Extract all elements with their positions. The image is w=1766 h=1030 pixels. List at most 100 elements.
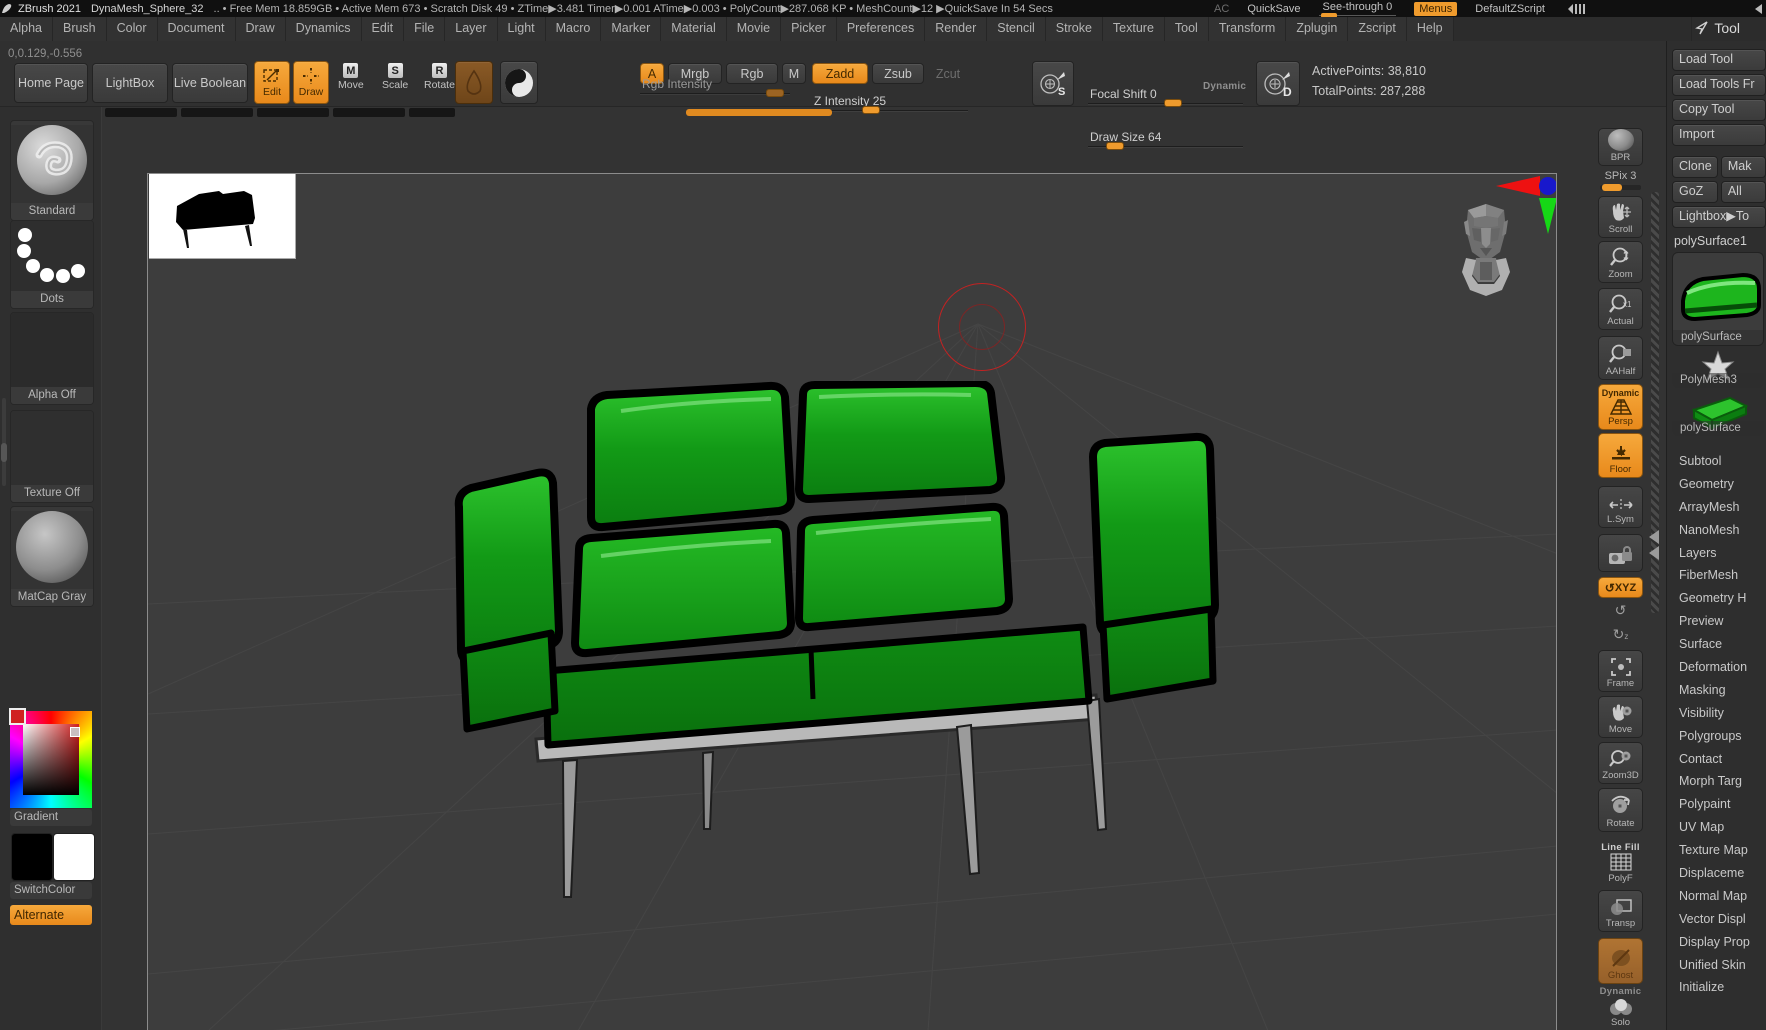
tool-section-row[interactable]: UV Map (1666, 816, 1766, 839)
sofa-model[interactable] (451, 381, 1226, 906)
aahalf-button[interactable]: AAHalf (1598, 336, 1643, 380)
rotate-view-button[interactable]: Rotate (1598, 788, 1643, 832)
menu-item[interactable]: Macro (546, 17, 601, 41)
live-boolean-button[interactable]: Live Boolean (172, 63, 248, 103)
clone-button[interactable]: Clone (1672, 156, 1718, 178)
zoom-button[interactable]: Zoom (1598, 241, 1643, 283)
tool-section-row[interactable]: Geometry (1666, 473, 1766, 496)
lsym-button[interactable]: L.Sym (1598, 486, 1643, 528)
tool-panel-button[interactable]: Load Tools Fr (1672, 74, 1766, 96)
spix-slider-nub[interactable] (1602, 184, 1622, 191)
menu-item[interactable]: Transform (1209, 17, 1286, 41)
horizontal-scrollbar[interactable] (686, 109, 832, 116)
tool-section-row[interactable]: Preview (1666, 610, 1766, 633)
menu-item[interactable]: Picker (781, 17, 836, 41)
current-color-swatch[interactable] (9, 708, 26, 725)
tool-section-row[interactable]: Layers (1666, 542, 1766, 565)
polysurface2-thumbnail[interactable]: polySurface (1672, 392, 1764, 436)
rgb-intensity-slider[interactable]: Rgb Intensity (640, 77, 790, 94)
tool-section-row[interactable]: Initialize (1666, 976, 1766, 999)
polymesh3d-thumbnail[interactable]: PolyMesh3 (1672, 350, 1764, 388)
tool-section-row[interactable]: NanoMesh (1666, 519, 1766, 542)
playback-bars-icon[interactable] (1563, 3, 1593, 15)
material-selector[interactable]: MatCap Gray (10, 506, 94, 607)
menu-item[interactable]: Dynamics (286, 17, 361, 41)
transp-button[interactable]: Transp (1598, 890, 1643, 932)
active-tool-thumbnail[interactable]: polySurface (1672, 252, 1764, 346)
tool-panel-button[interactable]: Load Tool (1672, 49, 1766, 71)
tool-section-row[interactable]: Morph Targ (1666, 770, 1766, 793)
ghost-button[interactable]: Ghost (1598, 938, 1643, 984)
zsub-toggle[interactable]: Zsub (872, 63, 924, 84)
menu-item[interactable]: Render (925, 17, 986, 41)
left-scroll-handle[interactable] (1, 443, 7, 462)
edit-button[interactable]: Edit (254, 61, 290, 104)
tool-section-row[interactable]: Normal Map (1666, 885, 1766, 908)
tool-panel-button[interactable]: Copy Tool (1672, 99, 1766, 121)
switchcolor-button[interactable]: SwitchColor (10, 882, 92, 899)
scale-button[interactable]: S Scale (382, 63, 408, 91)
tool-section-row[interactable]: Geometry H (1666, 587, 1766, 610)
tool-section-row[interactable]: Visibility (1666, 702, 1766, 725)
menus-button[interactable]: Menus (1414, 2, 1457, 16)
menu-item[interactable]: Brush (53, 17, 106, 41)
tool-section-row[interactable]: Masking (1666, 679, 1766, 702)
quicksave-button[interactable]: QuickSave (1247, 3, 1300, 15)
tool-section-row[interactable]: Polygroups (1666, 725, 1766, 748)
gradient-label[interactable]: Gradient (10, 809, 92, 826)
tool-section-row[interactable]: Displaceme (1666, 862, 1766, 885)
frame-button[interactable]: Frame (1598, 650, 1643, 692)
rotate-button[interactable]: R Rotate (424, 63, 455, 91)
stroke-size-button[interactable]: S (1032, 61, 1074, 106)
menu-item[interactable]: Edit (362, 17, 404, 41)
x-axis-cone[interactable] (1496, 176, 1540, 196)
tool-section-row[interactable]: Contact (1666, 748, 1766, 771)
tool-panel-button[interactable]: Import (1672, 124, 1766, 146)
brush-selector[interactable]: Standard (10, 120, 94, 221)
scroll-arrow-icon[interactable] (1649, 546, 1659, 560)
default-zscript-button[interactable]: DefaultZScript (1475, 3, 1545, 15)
zoom3d-button[interactable]: Zoom3D (1598, 742, 1643, 784)
z-intensity-slider[interactable]: Z Intensity 25 (812, 94, 968, 111)
tool-section-row[interactable]: Texture Map (1666, 839, 1766, 862)
tool-section-row[interactable]: Vector Displ (1666, 908, 1766, 931)
menu-item[interactable]: Texture (1103, 17, 1164, 41)
move-button[interactable]: M Move (338, 63, 364, 91)
xyz-rotation-button[interactable]: ↺XYZ (1598, 577, 1643, 598)
menu-item[interactable]: Stroke (1046, 17, 1102, 41)
menu-item[interactable]: Zscript (1348, 17, 1406, 41)
rotate-y-icon[interactable]: ↺ (1598, 602, 1643, 619)
goz-button[interactable]: GoZ (1672, 181, 1718, 203)
draw-size-slider[interactable]: Draw Size 64 (1088, 130, 1243, 147)
menu-item[interactable]: Preferences (837, 17, 924, 41)
tool-section-row[interactable]: ArrayMesh (1666, 496, 1766, 519)
main-color-swatch[interactable] (11, 833, 53, 881)
menu-item[interactable]: Document (158, 17, 235, 41)
scroll-button[interactable]: Scroll (1598, 196, 1643, 238)
menu-item[interactable]: Zplugin (1286, 17, 1347, 41)
menu-item[interactable]: Stencil (987, 17, 1045, 41)
collapse-arrow-icon[interactable] (1752, 3, 1764, 15)
picker-cursor[interactable] (70, 727, 80, 737)
make-polymesh-button[interactable]: Mak (1721, 156, 1766, 178)
actual-button[interactable]: x1 Actual (1598, 288, 1643, 330)
draw-button[interactable]: Draw (293, 61, 329, 104)
zcut-toggle[interactable]: Zcut (928, 63, 968, 84)
menu-item[interactable]: Help (1407, 17, 1453, 41)
document-canvas[interactable] (147, 173, 1557, 1030)
tool-section-row[interactable]: Polypaint (1666, 793, 1766, 816)
tool-section-row[interactable]: Deformation (1666, 656, 1766, 679)
camera-lock-button[interactable] (1598, 534, 1643, 572)
alternate-button[interactable]: Alternate (10, 905, 92, 925)
tool-section-row[interactable]: Unified Skin (1666, 954, 1766, 977)
lightbox-thumbnail[interactable] (149, 174, 296, 259)
goz-all-button[interactable]: All (1721, 181, 1766, 203)
zadd-toggle[interactable]: Zadd (812, 63, 868, 84)
tool-section-row[interactable]: Subtool (1666, 450, 1766, 473)
see-through-slider[interactable]: See-through 0 (1319, 1, 1397, 16)
color-picker[interactable] (10, 711, 92, 808)
z-axis-dot[interactable] (1539, 177, 1557, 195)
move-view-button[interactable]: Move (1598, 696, 1643, 738)
camera-head-widget[interactable] (1454, 196, 1518, 300)
menu-item[interactable]: Material (661, 17, 725, 41)
